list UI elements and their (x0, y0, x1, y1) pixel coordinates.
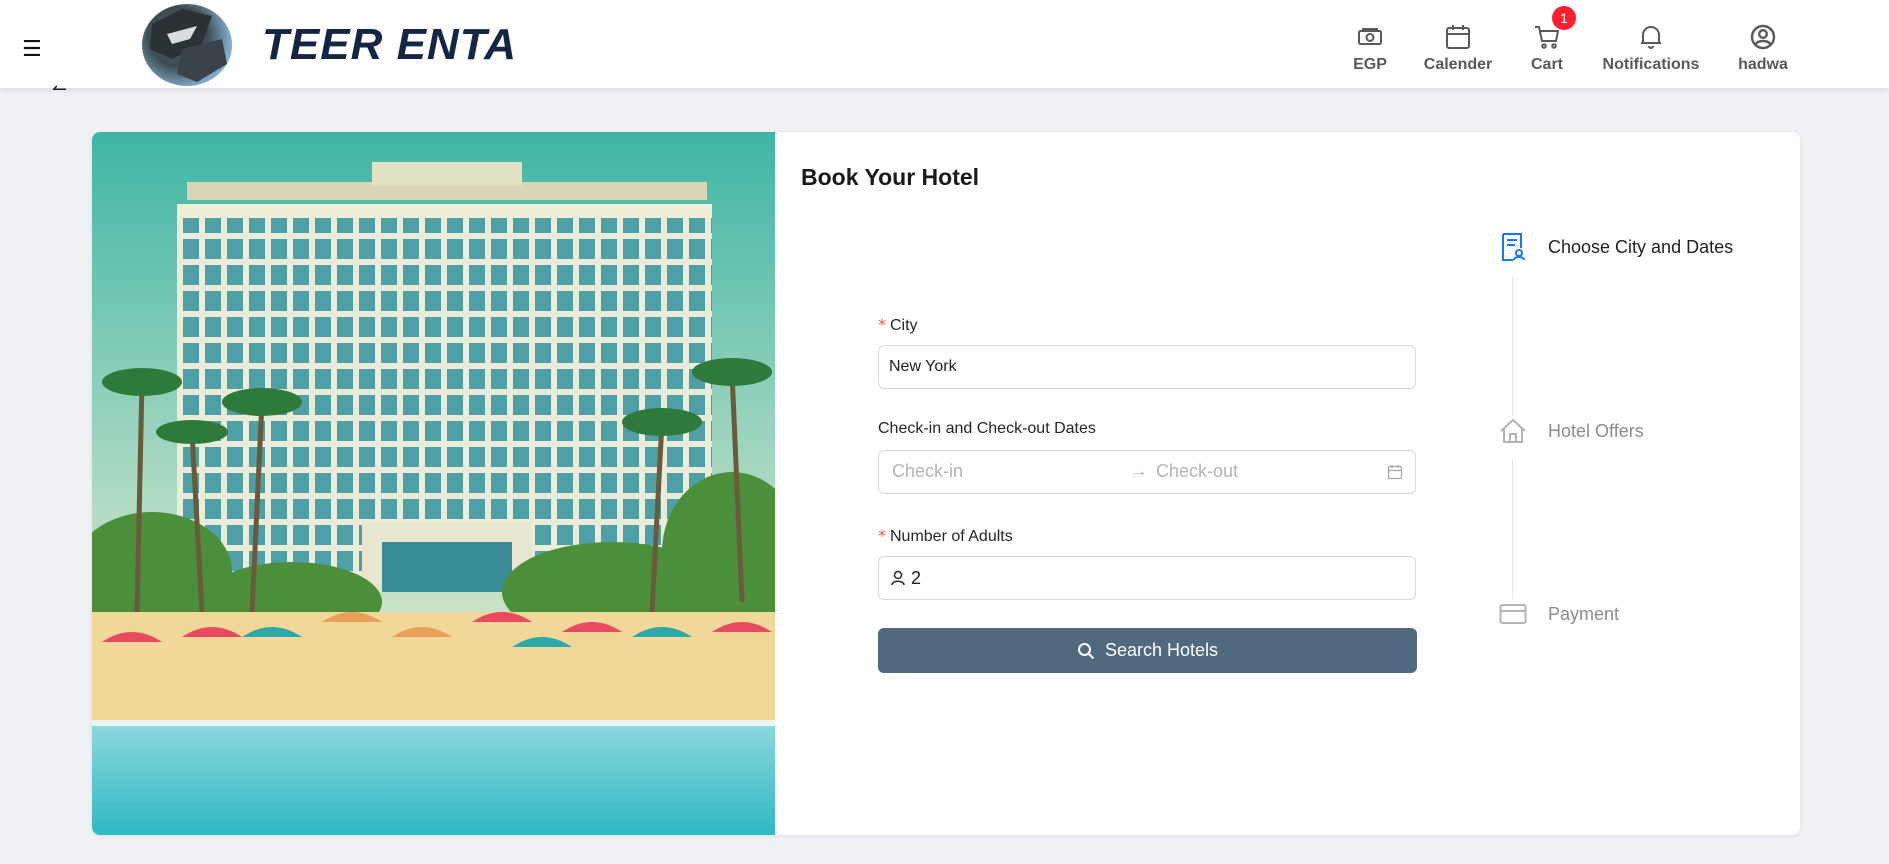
city-input[interactable]: New York (878, 345, 1416, 389)
user-profile-button[interactable]: hadwa (1735, 22, 1791, 74)
required-marker: * (878, 315, 886, 334)
back-arrow-icon[interactable]: ↼ (52, 80, 67, 98)
city-label-text: City (890, 317, 918, 334)
step-label: Hotel Offers (1548, 420, 1644, 441)
calendar-icon (1387, 464, 1403, 485)
calendar-icon (1422, 22, 1494, 52)
step-connector (1512, 459, 1513, 599)
brand-logo[interactable] (142, 4, 232, 86)
step-label: Payment (1548, 603, 1620, 624)
user-icon (891, 570, 905, 591)
checkout-input[interactable]: Check-out (1156, 461, 1238, 482)
adults-input[interactable]: 2 (878, 556, 1416, 600)
currency-label: EGP (1353, 56, 1387, 73)
hotel-hero-image (92, 132, 775, 835)
hamburger-menu-icon[interactable]: ☰ (22, 38, 44, 60)
step-label: Choose City and Dates (1548, 236, 1734, 257)
calendar-button[interactable]: Calender (1422, 22, 1494, 74)
form-title: Book Your Hotel (801, 164, 980, 190)
step-hotel-offers[interactable]: Hotel Offers (1498, 416, 1644, 446)
money-icon (1352, 22, 1388, 52)
cart-label: Cart (1530, 56, 1563, 73)
search-hotels-button[interactable]: Search Hotels (878, 628, 1417, 673)
dates-label: Check-in and Check-out Dates (878, 420, 1096, 437)
step-choose-city[interactable]: Choose City and Dates (1498, 232, 1733, 262)
notifications-button[interactable]: Notifications (1601, 22, 1701, 74)
checkin-input[interactable]: Check-in (892, 461, 963, 482)
currency-button[interactable]: EGP (1352, 22, 1388, 74)
cart-button[interactable]: 1 Cart (1528, 6, 1576, 74)
city-label: * City (878, 315, 918, 335)
search-hotels-label: Search Hotels (1104, 640, 1219, 660)
search-icon (1077, 642, 1095, 659)
bell-icon (1601, 22, 1701, 52)
username-label: hadwa (1738, 56, 1788, 73)
range-arrow-icon: → (1131, 463, 1147, 480)
adults-value: 2 (911, 568, 922, 588)
notifications-label: Notifications (1602, 56, 1700, 73)
booking-card: Book Your Hotel * City New York Check-in … (92, 132, 1800, 835)
cart-count-badge: 1 (1552, 6, 1576, 30)
step-connector (1512, 276, 1513, 416)
credit-card-icon (1498, 599, 1528, 629)
user-circle-icon (1735, 22, 1791, 52)
city-value: New York (889, 358, 957, 375)
adults-label: * Number of Adults (878, 526, 1013, 546)
calendar-label: Calender (1423, 56, 1493, 73)
step-payment[interactable]: Payment (1498, 599, 1619, 629)
date-range-picker[interactable]: Check-in → Check-out (878, 450, 1416, 494)
brand-name[interactable]: TEER ENTA (262, 20, 517, 70)
home-icon (1498, 416, 1528, 446)
top-header: ☰ TEER ENTA EGP Calender 1 Cart Notifica… (0, 0, 1889, 88)
document-user-icon (1498, 232, 1528, 262)
required-marker: * (878, 526, 886, 545)
cart-icon: 1 (1528, 6, 1576, 52)
adults-label-text: Number of Adults (890, 528, 1013, 545)
